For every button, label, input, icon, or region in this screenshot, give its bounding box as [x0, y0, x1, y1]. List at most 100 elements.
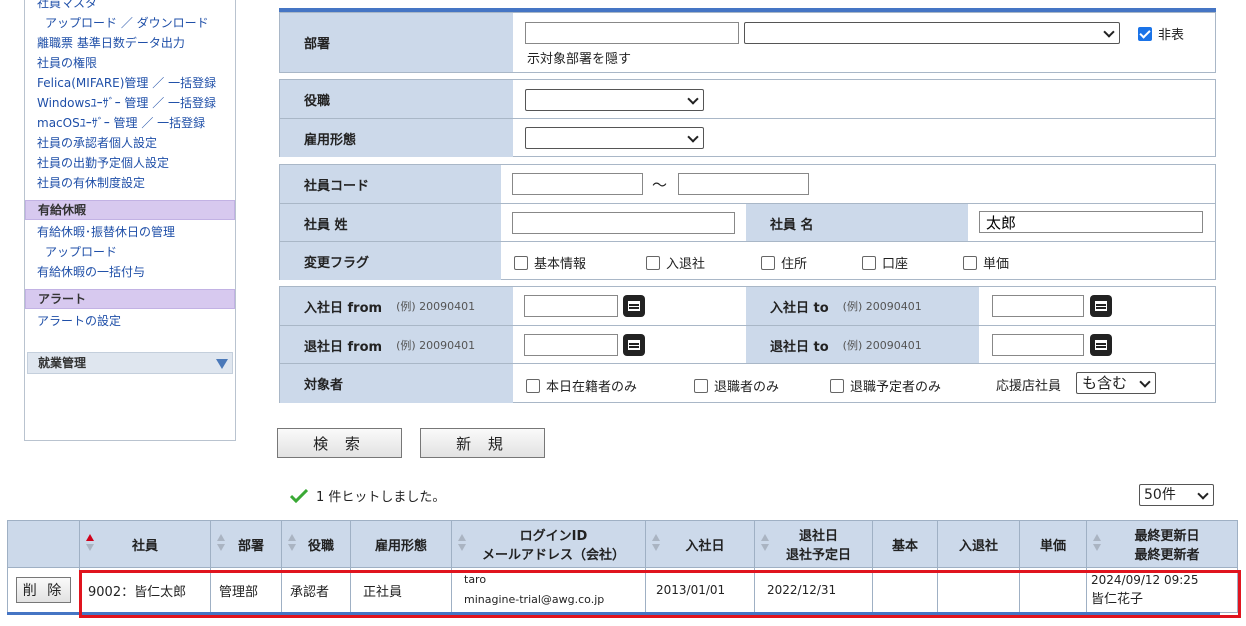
sort-icon[interactable]	[1093, 534, 1101, 552]
code-to-input[interactable]	[678, 173, 809, 195]
firstname-label: 社員 名	[746, 204, 968, 242]
checkbox-icon[interactable]	[694, 378, 708, 393]
target-retired-label: 退職者のみ	[714, 380, 780, 395]
sort-icon[interactable]	[217, 534, 225, 552]
hide-dept-checkbox[interactable]: 非表	[1138, 24, 1184, 43]
flag-basic-label: 基本情報	[534, 257, 587, 272]
sidebar-link[interactable]: アラートの設定	[25, 312, 235, 332]
cell-employee[interactable]: 9002：皆仁太郎	[79, 567, 211, 613]
target-retired-checkbox[interactable]: 退職者のみ	[694, 376, 779, 395]
hide-dept-label: 非表	[1158, 28, 1185, 43]
dept-code-input[interactable]	[525, 22, 739, 44]
date-example: (例) 20090401	[396, 339, 476, 352]
sidebar-link[interactable]: 社員の承認者個人設定	[25, 134, 235, 154]
calendar-icon[interactable]	[1090, 295, 1112, 317]
checkbox-icon[interactable]	[514, 255, 528, 270]
col-employment: 雇用形態	[350, 520, 452, 568]
lastname-input[interactable]	[512, 212, 735, 234]
sort-icon[interactable]	[761, 534, 769, 552]
position-section: 役職 雇用形態	[279, 79, 1216, 157]
code-from-input[interactable]	[512, 173, 643, 195]
flag-address-checkbox[interactable]: 住所	[761, 253, 807, 272]
sort-icon[interactable]	[652, 534, 660, 552]
calendar-icon[interactable]	[623, 334, 645, 356]
sort-icon[interactable]	[86, 534, 94, 552]
col-employee[interactable]: 社員	[79, 520, 211, 568]
employment-select[interactable]	[525, 127, 704, 149]
checkbox-icon[interactable]	[862, 255, 876, 270]
sidebar-link[interactable]: 社員マスタ	[25, 0, 235, 14]
flag-basic-checkbox[interactable]: 基本情報	[514, 253, 586, 272]
flag-account-label: 口座	[882, 257, 909, 272]
col-position[interactable]: 役職	[281, 520, 351, 568]
calendar-icon[interactable]	[1090, 334, 1112, 356]
flag-address-label: 住所	[781, 257, 808, 272]
table-row: 削 除 9002：皆仁太郎 管理部 承認者 正社員 taro minagine-…	[7, 567, 1238, 613]
sort-icon[interactable]	[288, 534, 296, 552]
sort-icon[interactable]	[458, 534, 466, 552]
sidebar-section-work-management[interactable]: 就業管理	[27, 352, 233, 374]
hire-to-input[interactable]	[992, 295, 1084, 317]
sidebar-link[interactable]: 社員の権限	[25, 54, 235, 74]
sidebar-link[interactable]: Felica(MIFARE)管理 ／ 一括登録	[25, 74, 235, 94]
per-page-select[interactable]: 50件	[1139, 484, 1214, 506]
leave-from-input[interactable]	[524, 334, 618, 356]
col-basic: 基本	[872, 520, 938, 568]
hire-from-input[interactable]	[524, 295, 618, 317]
per-page-value: 50件	[1144, 487, 1176, 503]
dept-section: 部署 非表 示対象部署を隠す	[279, 12, 1216, 73]
target-row: 対象者 本日在籍者のみ 退職者のみ 退職予定者のみ 応援店社員 も含む	[280, 363, 1215, 403]
cell-login: taro minagine-trial@awg.co.jp	[451, 567, 646, 613]
new-button[interactable]: 新 規	[420, 428, 545, 458]
updated-by: 皆仁花子	[1091, 592, 1144, 607]
target-retiring-label: 退職予定者のみ	[850, 380, 942, 395]
checkbox-icon[interactable]	[646, 255, 660, 270]
col-joinleave: 入退社	[937, 520, 1020, 568]
firstname-input[interactable]	[979, 211, 1203, 233]
col-dept[interactable]: 部署	[210, 520, 282, 568]
col-updated[interactable]: 最終更新日 最終更新者	[1086, 520, 1238, 568]
sidebar-link[interactable]: アップロード	[25, 243, 235, 263]
sidebar: 社員マスタ アップロード ／ ダウンロード 離職票 基準日数データ出力 社員の権限 Fe…	[24, 0, 236, 441]
sidebar-section-label: 就業管理	[38, 356, 87, 370]
sidebar-link[interactable]: 有給休暇の一括付与	[25, 263, 235, 283]
delete-button[interactable]: 削 除	[15, 577, 72, 603]
sidebar-category-paid-leave: 有給休暇	[25, 200, 235, 220]
col-leave[interactable]: 退社日 退社予定日	[754, 520, 873, 568]
target-current-checkbox[interactable]: 本日在籍者のみ	[526, 376, 637, 395]
flag-price-checkbox[interactable]: 単価	[963, 253, 1009, 272]
dept-select[interactable]	[744, 22, 1120, 44]
code-label: 社員コード	[280, 165, 501, 203]
updated-date: 2024/09/12 09:25	[1091, 573, 1199, 587]
col-hire[interactable]: 入社日	[645, 520, 755, 568]
table-bottom-bar	[7, 612, 1220, 615]
hire-to-label: 入社日 to (例) 20090401	[746, 287, 979, 325]
calendar-icon[interactable]	[623, 295, 645, 317]
code-tilde: ～	[652, 176, 668, 194]
checkbox-checked-icon[interactable]	[1138, 26, 1152, 41]
position-select[interactable]	[525, 89, 704, 111]
checkbox-icon[interactable]	[761, 255, 775, 270]
flag-row: 変更フラグ 基本情報 入退社 住所 口座 単価	[280, 241, 1215, 280]
dept-label: 部署	[280, 13, 513, 72]
sidebar-link[interactable]: 有給休暇･振替休日の管理	[25, 223, 235, 243]
triangle-down-icon[interactable]	[216, 359, 228, 369]
checkbox-icon[interactable]	[526, 378, 540, 393]
search-button[interactable]: 検 索	[277, 428, 402, 458]
sidebar-link[interactable]: macOSﾕｰｻﾞｰ 管理 ／ 一括登録	[25, 114, 235, 134]
checkbox-icon[interactable]	[830, 378, 844, 393]
sidebar-link[interactable]: アップロード ／ ダウンロード	[25, 14, 235, 34]
table-header-row: 社員 部署 役職 雇用形態 ログインID メールアドレス（会社） 入社日 退社日退…	[7, 520, 1238, 568]
checkbox-icon[interactable]	[963, 255, 977, 270]
sidebar-link[interactable]: 社員の出勤予定個人設定	[25, 154, 235, 174]
support-staff-select[interactable]: も含む	[1076, 372, 1156, 394]
target-retiring-checkbox[interactable]: 退職予定者のみ	[830, 376, 941, 395]
flag-account-checkbox[interactable]: 口座	[862, 253, 908, 272]
col-login[interactable]: ログインID メールアドレス（会社）	[451, 520, 646, 568]
checkmark-icon	[290, 488, 308, 503]
flag-joinleave-checkbox[interactable]: 入退社	[646, 253, 705, 272]
sidebar-link[interactable]: 離職票 基準日数データ出力	[25, 34, 235, 54]
leave-to-input[interactable]	[992, 334, 1084, 356]
sidebar-link[interactable]: 社員の有休制度設定	[25, 174, 235, 194]
sidebar-link[interactable]: Windowsﾕｰｻﾞｰ 管理 ／ 一括登録	[25, 94, 235, 114]
